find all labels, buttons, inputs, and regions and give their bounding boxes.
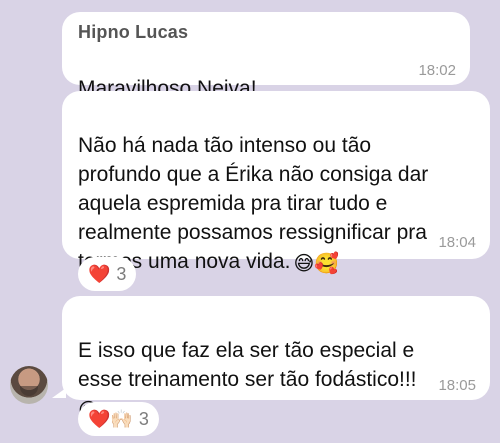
message-text: Não há nada tão intenso ou tão profundo …: [78, 102, 474, 278]
reaction-count: 3: [116, 263, 127, 284]
sweat-smile-love-emoji-icon: 😅🥰: [293, 251, 340, 275]
message-time: 18:04: [438, 234, 476, 251]
reaction-pill[interactable]: ❤️ 3: [78, 257, 137, 291]
message-bubble-1[interactable]: Hipno Lucas Maravilhoso Neiva! 👏🏻👏🏻👏🏻 18…: [62, 12, 470, 131]
reaction-count: 3: [138, 408, 149, 429]
sender-name[interactable]: Hipno Lucas: [78, 22, 454, 43]
heart-praise-reaction-icon: ❤️🙌🏻: [88, 408, 133, 430]
message-time: 18:02: [418, 62, 456, 79]
reaction-pill[interactable]: ❤️🙌🏻 3: [78, 402, 159, 436]
message-bubble-2[interactable]: Não há nada tão intenso ou tão profundo …: [62, 91, 490, 275]
message-time: 18:05: [438, 377, 476, 394]
message-bubble-3[interactable]: E isso que faz ela ser tão especial e es…: [62, 296, 490, 422]
message-text-body: Não há nada tão intenso ou tão profundo …: [78, 134, 429, 273]
message-text-body: E isso que faz ela ser tão especial e es…: [78, 339, 417, 391]
bubble-tail: [52, 388, 66, 398]
heart-reaction-icon: ❤️: [88, 263, 111, 285]
avatar[interactable]: [10, 366, 48, 404]
